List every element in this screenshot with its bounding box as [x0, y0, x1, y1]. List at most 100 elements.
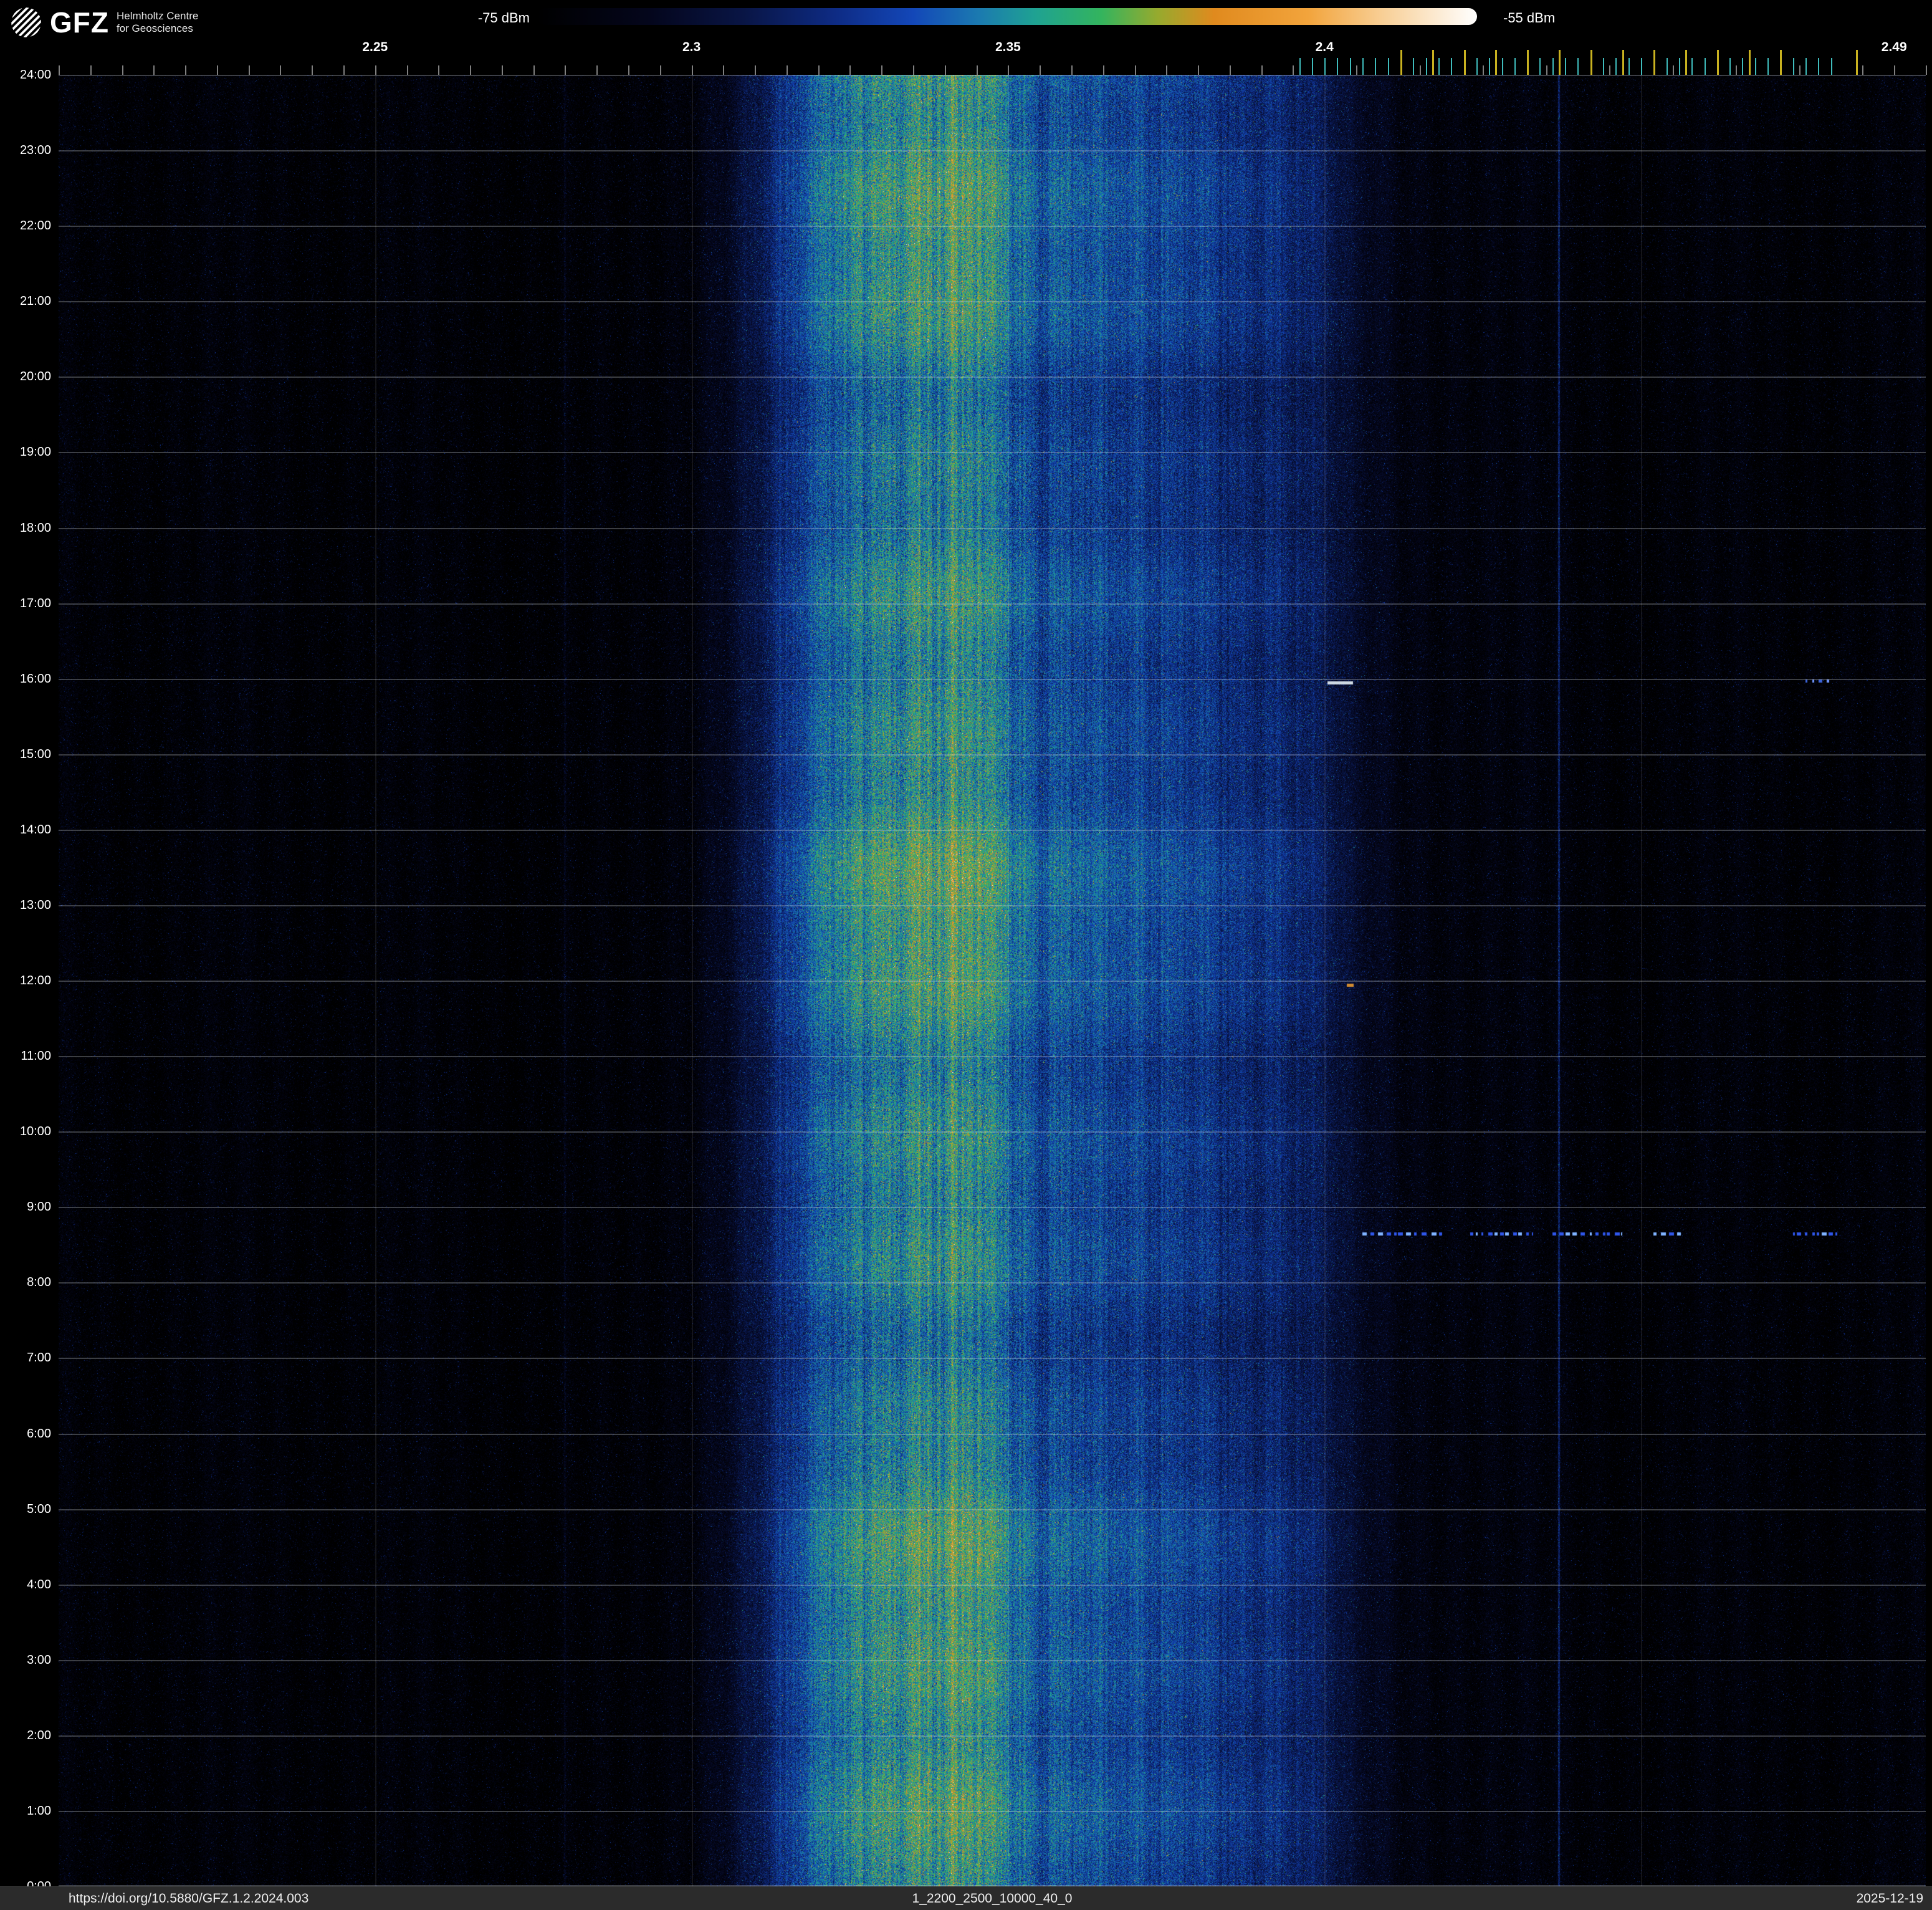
time-tick-label: 14:00	[20, 823, 51, 837]
freq-minor-tick	[407, 65, 408, 75]
time-tick-label: 20:00	[20, 370, 51, 384]
time-tick-label: 2:00	[27, 1729, 51, 1743]
freq-minor-tick	[1198, 65, 1199, 75]
freq-minor-tick	[723, 65, 724, 75]
detection-tick-cyan	[1337, 58, 1338, 75]
time-tick-label: 21:00	[20, 294, 51, 309]
freq-minor-tick	[122, 65, 123, 75]
time-tick-label: 1:00	[27, 1804, 51, 1818]
spectrogram-canvas	[59, 75, 1926, 1886]
time-tick-label: 22:00	[20, 219, 51, 233]
wifi-channel-tick	[1400, 50, 1402, 75]
wifi-channel-tick	[1464, 50, 1466, 75]
freq-tick-label: 2.4	[1316, 40, 1334, 55]
time-axis: 24:00 23:00 22:00 21:00 20:00 19:00 18:00 17:00…	[0, 75, 56, 1886]
wifi-channel-tick	[1717, 50, 1719, 75]
freq-minor-tick	[945, 65, 946, 75]
time-tick-label: 6:00	[27, 1427, 51, 1441]
detection-tick-cyan	[1312, 58, 1313, 75]
detection-tick-cyan	[1476, 58, 1478, 75]
freq-minor-tick	[628, 65, 629, 75]
freq-tick-label: 2.3	[682, 40, 701, 55]
detection-tick-cyan	[1641, 58, 1642, 75]
detection-tick-cyan	[1426, 58, 1427, 75]
freq-minor-tick	[375, 65, 376, 75]
detection-tick-cyan	[1679, 58, 1680, 75]
freq-tick-label: 2.25	[362, 40, 388, 55]
date-label: 2025-12-19	[1857, 1891, 1923, 1906]
detection-tick-cyan	[1603, 58, 1604, 75]
freq-minor-tick	[533, 65, 535, 75]
freq-minor-tick	[1420, 65, 1421, 75]
time-tick-label: 17:00	[20, 597, 51, 611]
detection-tick-cyan	[1705, 58, 1706, 75]
detection-tick-cyan	[1299, 58, 1301, 75]
detection-tick-cyan	[1565, 58, 1566, 75]
detection-tick-cyan	[1413, 58, 1414, 75]
time-tick-label: 19:00	[20, 445, 51, 459]
spectrogram-plot	[59, 75, 1926, 1886]
freq-minor-tick	[660, 65, 661, 75]
detection-tick-cyan	[1691, 58, 1693, 75]
detection-tick-cyan	[1831, 58, 1832, 75]
detection-tick-cyan	[1577, 58, 1579, 75]
freq-minor-tick	[1135, 65, 1136, 75]
detection-tick-cyan	[1755, 58, 1756, 75]
detection-tick-cyan	[1818, 58, 1819, 75]
freq-minor-tick	[1894, 65, 1895, 75]
frequency-axis: 2.25 2.3 2.35 2.4 2.49	[59, 0, 1926, 75]
freq-minor-tick	[1356, 65, 1357, 75]
freq-minor-tick	[1166, 65, 1167, 75]
freq-minor-tick	[312, 65, 313, 75]
dataset-label: 1_2200_2500_10000_40_0	[59, 1891, 1926, 1906]
freq-minor-tick	[280, 65, 281, 75]
detection-tick-cyan	[1767, 58, 1769, 75]
time-tick-label: 5:00	[27, 1502, 51, 1517]
freq-minor-tick	[596, 65, 598, 75]
freq-minor-tick	[1040, 65, 1041, 75]
time-tick-label: 9:00	[27, 1200, 51, 1214]
freq-minor-tick	[913, 65, 914, 75]
detection-tick-cyan	[1388, 58, 1389, 75]
freq-minor-tick	[217, 65, 218, 75]
freq-minor-tick	[502, 65, 503, 75]
freq-minor-tick	[692, 65, 693, 75]
detection-tick-cyan	[1514, 58, 1516, 75]
time-tick-label: 11:00	[21, 1049, 51, 1063]
detection-tick-cyan	[1793, 58, 1794, 75]
freq-minor-tick	[1799, 65, 1800, 75]
freq-minor-tick	[565, 65, 566, 75]
time-tick-label: 10:00	[20, 1125, 51, 1139]
freq-minor-tick	[1261, 65, 1263, 75]
freq-minor-tick	[1673, 65, 1674, 75]
freq-minor-tick	[849, 65, 851, 75]
detection-tick-cyan	[1539, 58, 1541, 75]
detection-tick-cyan	[1729, 58, 1731, 75]
wifi-channel-tick	[1780, 50, 1782, 75]
time-tick-label: 15:00	[20, 747, 51, 762]
detection-tick-cyan	[1489, 58, 1490, 75]
freq-minor-tick	[977, 65, 978, 75]
time-tick-label: 23:00	[20, 143, 51, 158]
wifi-channel-tick	[1432, 50, 1434, 75]
detection-tick-cyan	[1552, 58, 1554, 75]
detection-tick-cyan	[1375, 58, 1376, 75]
time-tick-label: 16:00	[20, 672, 51, 686]
freq-minor-tick	[185, 65, 186, 75]
freq-minor-tick	[818, 65, 820, 75]
detection-tick-cyan	[1667, 58, 1668, 75]
freq-minor-tick	[1736, 65, 1737, 75]
freq-minor-tick	[249, 65, 250, 75]
detection-tick-cyan	[1362, 58, 1364, 75]
footer-bar: https://doi.org/10.5880/GFZ.1.2.2024.003…	[0, 1886, 1932, 1910]
detection-tick-cyan	[1615, 58, 1617, 75]
wifi-channel-tick	[1495, 50, 1497, 75]
freq-minor-tick	[59, 65, 60, 75]
time-tick-label: 4:00	[27, 1578, 51, 1592]
freq-minor-tick	[1483, 65, 1484, 75]
freq-minor-tick	[881, 65, 882, 75]
freq-minor-tick	[1071, 65, 1073, 75]
detection-tick-cyan	[1438, 58, 1440, 75]
detection-tick-cyan	[1451, 58, 1452, 75]
freq-tick-label: 2.49	[1882, 40, 1907, 55]
